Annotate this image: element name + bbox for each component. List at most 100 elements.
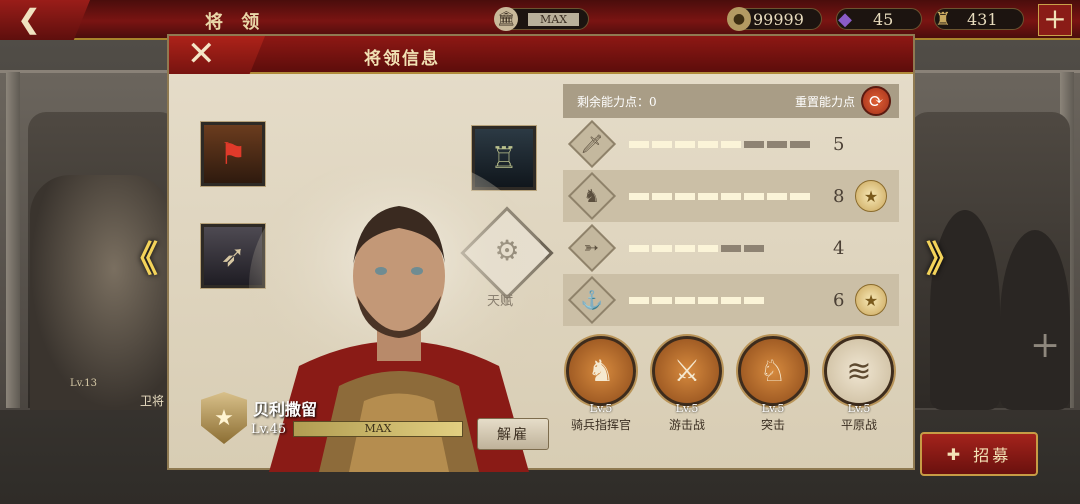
gem-icon: ◆ (838, 8, 852, 30)
stat-row: ➳ 4 (563, 222, 899, 274)
recruit-label: 招募 (973, 446, 1012, 465)
stat-bar-segment (675, 140, 695, 148)
stat-bar-segment (744, 296, 764, 304)
hero-xp-bar: MAX (293, 421, 463, 437)
dismiss-button[interactable]: 解雇 (477, 418, 549, 450)
stat-bar (629, 296, 764, 304)
stat-bar-segment (629, 244, 649, 252)
add-slot-icon[interactable]: + (1030, 325, 1060, 366)
skill-guerrilla[interactable]: ⚔ Lv.5 游击战 (649, 336, 725, 433)
stat-bar-segment (652, 192, 672, 200)
refresh-icon: ⟳ (861, 86, 891, 116)
stat-bar (629, 140, 810, 148)
stat-bar-segment (698, 296, 718, 304)
stat-bar-segment (744, 140, 764, 148)
stat-bar-segment (652, 140, 672, 148)
stat-bar-segment (721, 244, 741, 252)
left-general-rank: 卫将 (140, 394, 165, 408)
reset-points-label: 重置能力点 (794, 94, 855, 109)
stat-bar-segment (652, 296, 672, 304)
skill-name: 游击战 (668, 418, 705, 432)
coin-value: 99999 (753, 9, 804, 29)
helmet-value: 431 (967, 9, 998, 29)
helmet-counter[interactable]: ♜ 431 (934, 8, 1024, 30)
close-icon: ✕ (187, 34, 216, 74)
stat-bar-segment (629, 296, 649, 304)
cavalry-charge-icon: ♘ (738, 336, 808, 406)
stat-bar-segment (790, 140, 810, 148)
stat-bar-segment (721, 192, 741, 200)
left-general-level: Lv.13 (70, 378, 98, 389)
hero-name: 贝利撒留 (253, 400, 318, 419)
building-level: 🏛 MAX (494, 7, 589, 31)
skills-row: ♞ Lv.5 骑兵指挥官 ⚔ Lv.5 游击战 ♘ Lv.5 突击 ≋ Lv.5… (563, 336, 903, 446)
skill-plains-warfare[interactable]: ≋ Lv.5 平原战 (821, 336, 897, 433)
close-button[interactable]: ✕ (169, 36, 265, 74)
stat-bar-segment (721, 296, 741, 304)
stat-value: 5 (833, 134, 845, 155)
dialog-title: 将领信息 (364, 49, 440, 69)
stat-bar-segment (790, 192, 810, 200)
skill-name: 平原战 (840, 418, 877, 432)
reset-points-button[interactable]: 重置能力点 ⟳ (795, 86, 891, 116)
left-general-portrait[interactable] (30, 175, 170, 410)
stat-bar-segment (721, 140, 741, 148)
page-title: 将 领 (205, 12, 266, 33)
background-column (6, 72, 20, 408)
ability-points-row: 剩余能力点：0 重置能力点 ⟳ (563, 84, 899, 118)
star-icon: ★ (214, 405, 234, 431)
horse-icon: ♞ (567, 171, 617, 221)
bow-icon: ➳ (567, 223, 617, 273)
next-general-arrow[interactable]: 》 (926, 230, 962, 282)
coin-icon: ● (727, 7, 751, 31)
sword-icon: 🗡 (567, 119, 617, 169)
silhouette (1000, 230, 1070, 410)
stat-bar-segment (675, 192, 695, 200)
temple-icon: 🏛 (494, 7, 518, 31)
stat-bar-segment (652, 244, 672, 252)
stat-bar-segment (675, 296, 695, 304)
skill-level: Lv.5 (589, 402, 613, 415)
skill-level: Lv.5 (761, 402, 785, 415)
hero-level: Lv.45 (251, 422, 287, 437)
stat-bar-segment (698, 244, 718, 252)
gem-counter[interactable]: ◆ 45 (836, 8, 922, 30)
stat-bar-segment (629, 192, 649, 200)
stat-bar (629, 192, 810, 200)
skill-name: 突击 (760, 418, 785, 432)
medal-icon[interactable]: ★ (855, 180, 887, 212)
stat-value: 6 (833, 290, 845, 311)
stat-bar-segment (675, 244, 695, 252)
skill-cavalry-commander[interactable]: ♞ Lv.5 骑兵指挥官 (563, 336, 639, 433)
skill-level: Lv.5 (675, 402, 699, 415)
skill-assault[interactable]: ♘ Lv.5 突击 (735, 336, 811, 433)
stat-row: ♞ 8 ★ (563, 170, 899, 222)
gem-value: 45 (873, 9, 894, 29)
building-level-value: MAX (528, 12, 580, 26)
horse-head-icon: ♞ (566, 336, 636, 406)
prev-general-arrow[interactable]: 《 (122, 230, 158, 282)
general-info-dialog: ✕ 将领信息 ⚑ ➶ ♖ ⚙ 天赋 ★ 贝利撒留 Lv.45 MAX 解雇 (167, 34, 915, 472)
stat-row: ⚓ 6 ★ (563, 274, 899, 326)
medal-icon[interactable]: ★ (855, 284, 887, 316)
rank-badge: ★ (201, 392, 247, 444)
stat-value: 4 (833, 238, 845, 259)
stat-bar-segment (767, 192, 787, 200)
plains-icon: ≋ (824, 336, 894, 406)
stat-row: 🗡 5 (563, 118, 899, 170)
recruit-button[interactable]: ✚ 招募 (920, 432, 1038, 476)
anchor-icon: ⚓ (567, 275, 617, 325)
skill-level: Lv.5 (847, 402, 871, 415)
remaining-points-value: 0 (649, 94, 657, 109)
chevron-left-icon: ❮ (18, 5, 40, 35)
soldiers-icon: ⚔ (652, 336, 722, 406)
coin-counter[interactable]: ● 99999 (727, 7, 822, 31)
stat-value: 8 (833, 186, 845, 207)
skill-name: 骑兵指挥官 (570, 418, 631, 432)
stat-bar-segment (698, 192, 718, 200)
back-button[interactable]: ❮ (0, 0, 90, 40)
stat-bar (629, 244, 764, 252)
recruit-icon: ✚ (946, 444, 964, 464)
stats-panel: 剩余能力点：0 重置能力点 ⟳ 🗡 5 ♞ 8 ★ ➳ 4 ⚓ 6 ★ (563, 84, 899, 326)
add-resource-button[interactable]: + (1038, 4, 1072, 36)
